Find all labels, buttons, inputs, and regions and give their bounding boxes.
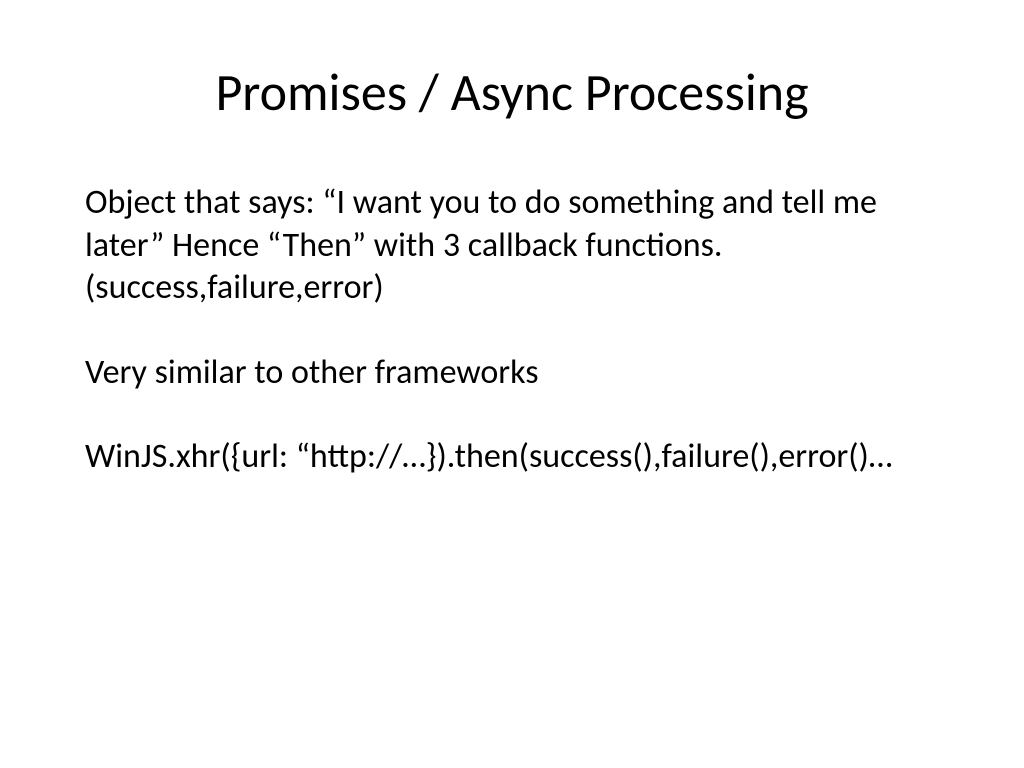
paragraph-3: WinJS.xhr({url: “http://…}).then(success… <box>85 436 939 479</box>
slide-body: Object that says: “I want you to do some… <box>85 182 939 479</box>
paragraph-2: Very similar to other frameworks <box>85 352 939 395</box>
slide-title: Promises / Async Processing <box>85 60 939 124</box>
slide-container: Promises / Async Processing Object that … <box>0 0 1024 768</box>
paragraph-1: Object that says: “I want you to do some… <box>85 182 939 310</box>
